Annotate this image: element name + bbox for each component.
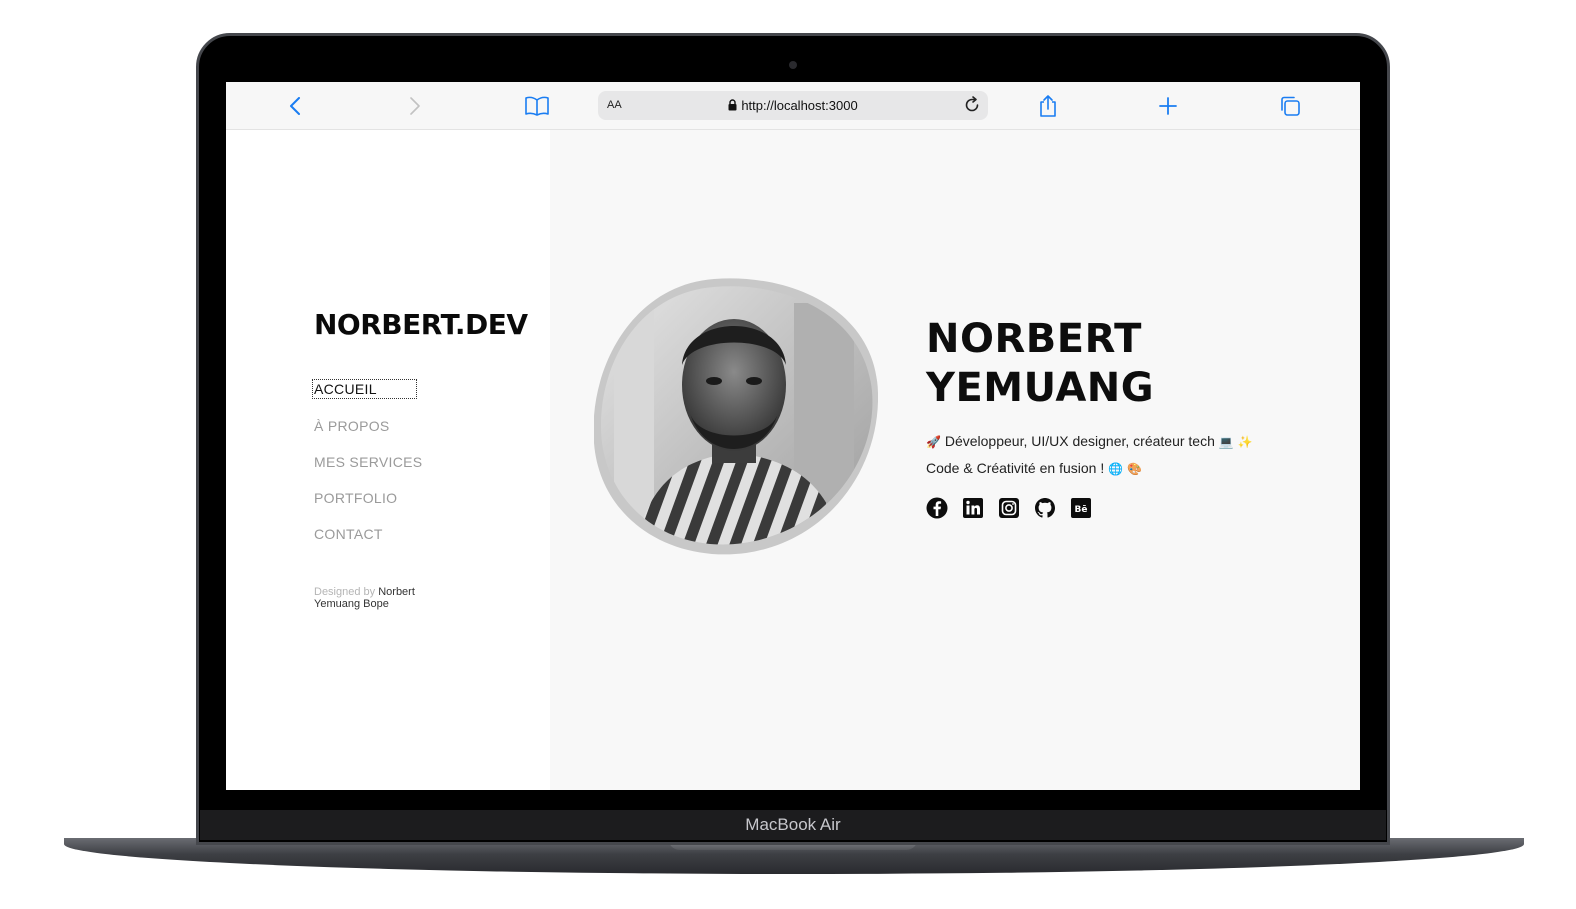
rocket-icon: 🚀 xyxy=(926,435,941,449)
nav-item-contact[interactable]: CONTACT xyxy=(314,526,383,542)
model-label: MacBook Air xyxy=(745,815,841,834)
palette-icon: 🎨 xyxy=(1126,462,1142,476)
facebook-icon[interactable] xyxy=(926,497,948,519)
url-text: http://localhost:3000 xyxy=(741,98,858,113)
footer-credit: Designed by Norbert Yemuang Bope xyxy=(314,586,444,610)
svg-text:Bē: Bē xyxy=(1075,505,1088,515)
nav-item-accueil[interactable]: ACCUEIL xyxy=(312,379,417,399)
new-tab-icon[interactable] xyxy=(1156,94,1180,118)
globe-icon: 🌐 xyxy=(1108,462,1124,476)
nav-item-a-propos[interactable]: À PROPOS xyxy=(314,418,390,434)
share-icon[interactable] xyxy=(1036,94,1060,118)
lock-icon xyxy=(728,99,737,111)
tagline-line1: Développeur, UI/UX designer, créateur te… xyxy=(944,433,1215,449)
social-links: Bē xyxy=(926,497,1092,519)
credit-prefix: Designed by xyxy=(314,586,376,598)
browser-toolbar: AA http://localhost:3000 xyxy=(226,82,1360,130)
back-icon[interactable] xyxy=(283,94,307,118)
behance-icon[interactable]: Bē xyxy=(1070,497,1092,519)
github-icon[interactable] xyxy=(1034,497,1056,519)
nav-item-mes-services[interactable]: MES SERVICES xyxy=(314,454,422,470)
screen: AA http://localhost:3000 NORBERT.DEV ACC… xyxy=(226,82,1360,790)
site-brand[interactable]: NORBERT.DEV xyxy=(314,308,528,341)
camera-icon xyxy=(789,61,797,69)
forward-icon[interactable] xyxy=(403,94,427,118)
hero-tagline: 🚀 Développeur, UI/UX designer, créateur … xyxy=(926,428,1326,482)
tagline-line2: Code & Créativité en fusion ! xyxy=(926,460,1105,476)
hero-section: NORBERT YEMUANG 🚀 Développeur, UI/UX des… xyxy=(550,130,1360,790)
laptop-icon: 💻 xyxy=(1218,435,1234,449)
bookmarks-icon[interactable] xyxy=(525,94,549,118)
tabs-icon[interactable] xyxy=(1278,94,1302,118)
hero-name-line1: NORBERT xyxy=(926,316,1142,362)
hero-name: NORBERT YEMUANG xyxy=(926,315,1154,413)
hero-name-line2: YEMUANG xyxy=(926,365,1155,411)
address-bar[interactable]: AA http://localhost:3000 xyxy=(598,91,988,120)
profile-photo xyxy=(594,278,878,555)
reload-icon[interactable] xyxy=(962,95,982,120)
linkedin-icon[interactable] xyxy=(962,497,984,519)
sparkles-icon: ✨ xyxy=(1237,435,1253,449)
sidebar: NORBERT.DEV ACCUEIL À PROPOS MES SERVICE… xyxy=(226,130,550,790)
instagram-icon[interactable] xyxy=(998,497,1020,519)
nav-item-portfolio[interactable]: PORTFOLIO xyxy=(314,490,397,506)
